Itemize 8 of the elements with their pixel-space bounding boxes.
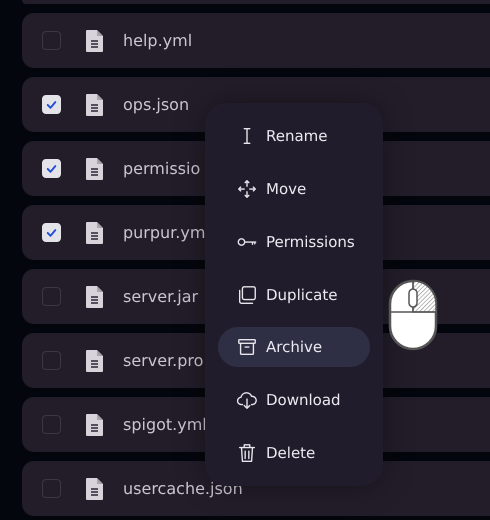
- file-name: ops.json: [123, 95, 190, 114]
- file-name: purpur.ym: [123, 223, 206, 242]
- file-name: permissio: [123, 159, 200, 178]
- file-name: server.jar: [123, 287, 198, 306]
- file-name: spigot.yml: [123, 415, 207, 434]
- file-name: server.pro: [123, 351, 204, 370]
- file-name: help.yml: [123, 31, 192, 50]
- file-name: usercache.json: [123, 479, 243, 498]
